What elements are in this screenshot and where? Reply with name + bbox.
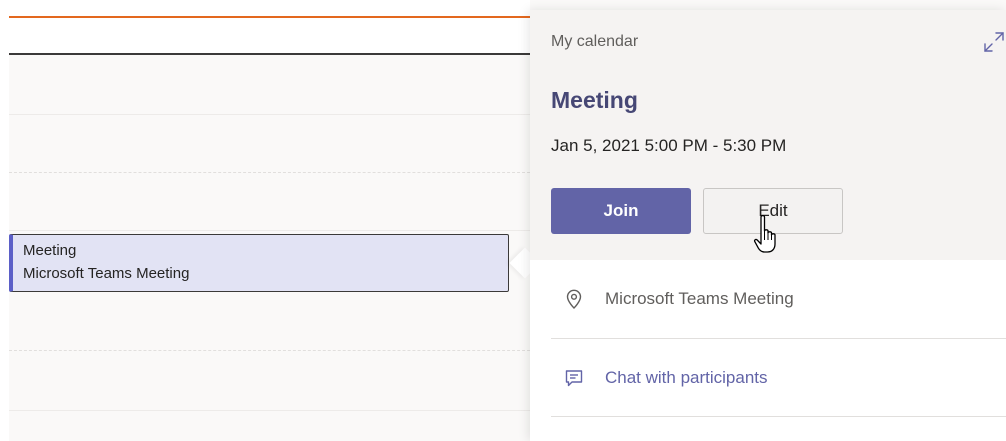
meeting-datetime: Jan 5, 2021 5:00 PM - 5:30 PM bbox=[551, 136, 787, 155]
chat-with-participants-row[interactable]: Chat with participants bbox=[530, 339, 1006, 417]
current-time-indicator bbox=[9, 16, 530, 18]
hour-line bbox=[9, 230, 530, 231]
popover-header: My calendar Meeting Jan 5, 2021 5:00 PM … bbox=[530, 10, 1006, 260]
location-row: Microsoft Teams Meeting bbox=[530, 260, 1006, 338]
calendar-event-meeting[interactable]: Meeting Microsoft Teams Meeting bbox=[9, 234, 509, 292]
meeting-details-popover: My calendar Meeting Jan 5, 2021 5:00 PM … bbox=[530, 10, 1006, 441]
expand-icon[interactable] bbox=[982, 30, 1006, 54]
join-button[interactable]: Join bbox=[551, 188, 691, 234]
chat-icon bbox=[563, 367, 585, 389]
hour-line bbox=[9, 410, 530, 411]
row-divider bbox=[551, 416, 1006, 417]
location-pin-icon bbox=[563, 288, 585, 310]
meeting-title: Meeting bbox=[551, 87, 638, 113]
calendar-grid bbox=[0, 0, 530, 441]
half-hour-line bbox=[9, 350, 530, 351]
chat-with-participants-link[interactable]: Chat with participants bbox=[605, 368, 768, 388]
event-subtitle: Microsoft Teams Meeting bbox=[23, 265, 190, 282]
calendar-name: My calendar bbox=[551, 33, 639, 50]
edit-button[interactable]: Edit bbox=[703, 188, 843, 234]
location-text: Microsoft Teams Meeting bbox=[605, 289, 794, 308]
half-hour-line bbox=[9, 172, 530, 173]
event-title: Meeting bbox=[23, 242, 77, 259]
hour-line bbox=[9, 114, 530, 115]
